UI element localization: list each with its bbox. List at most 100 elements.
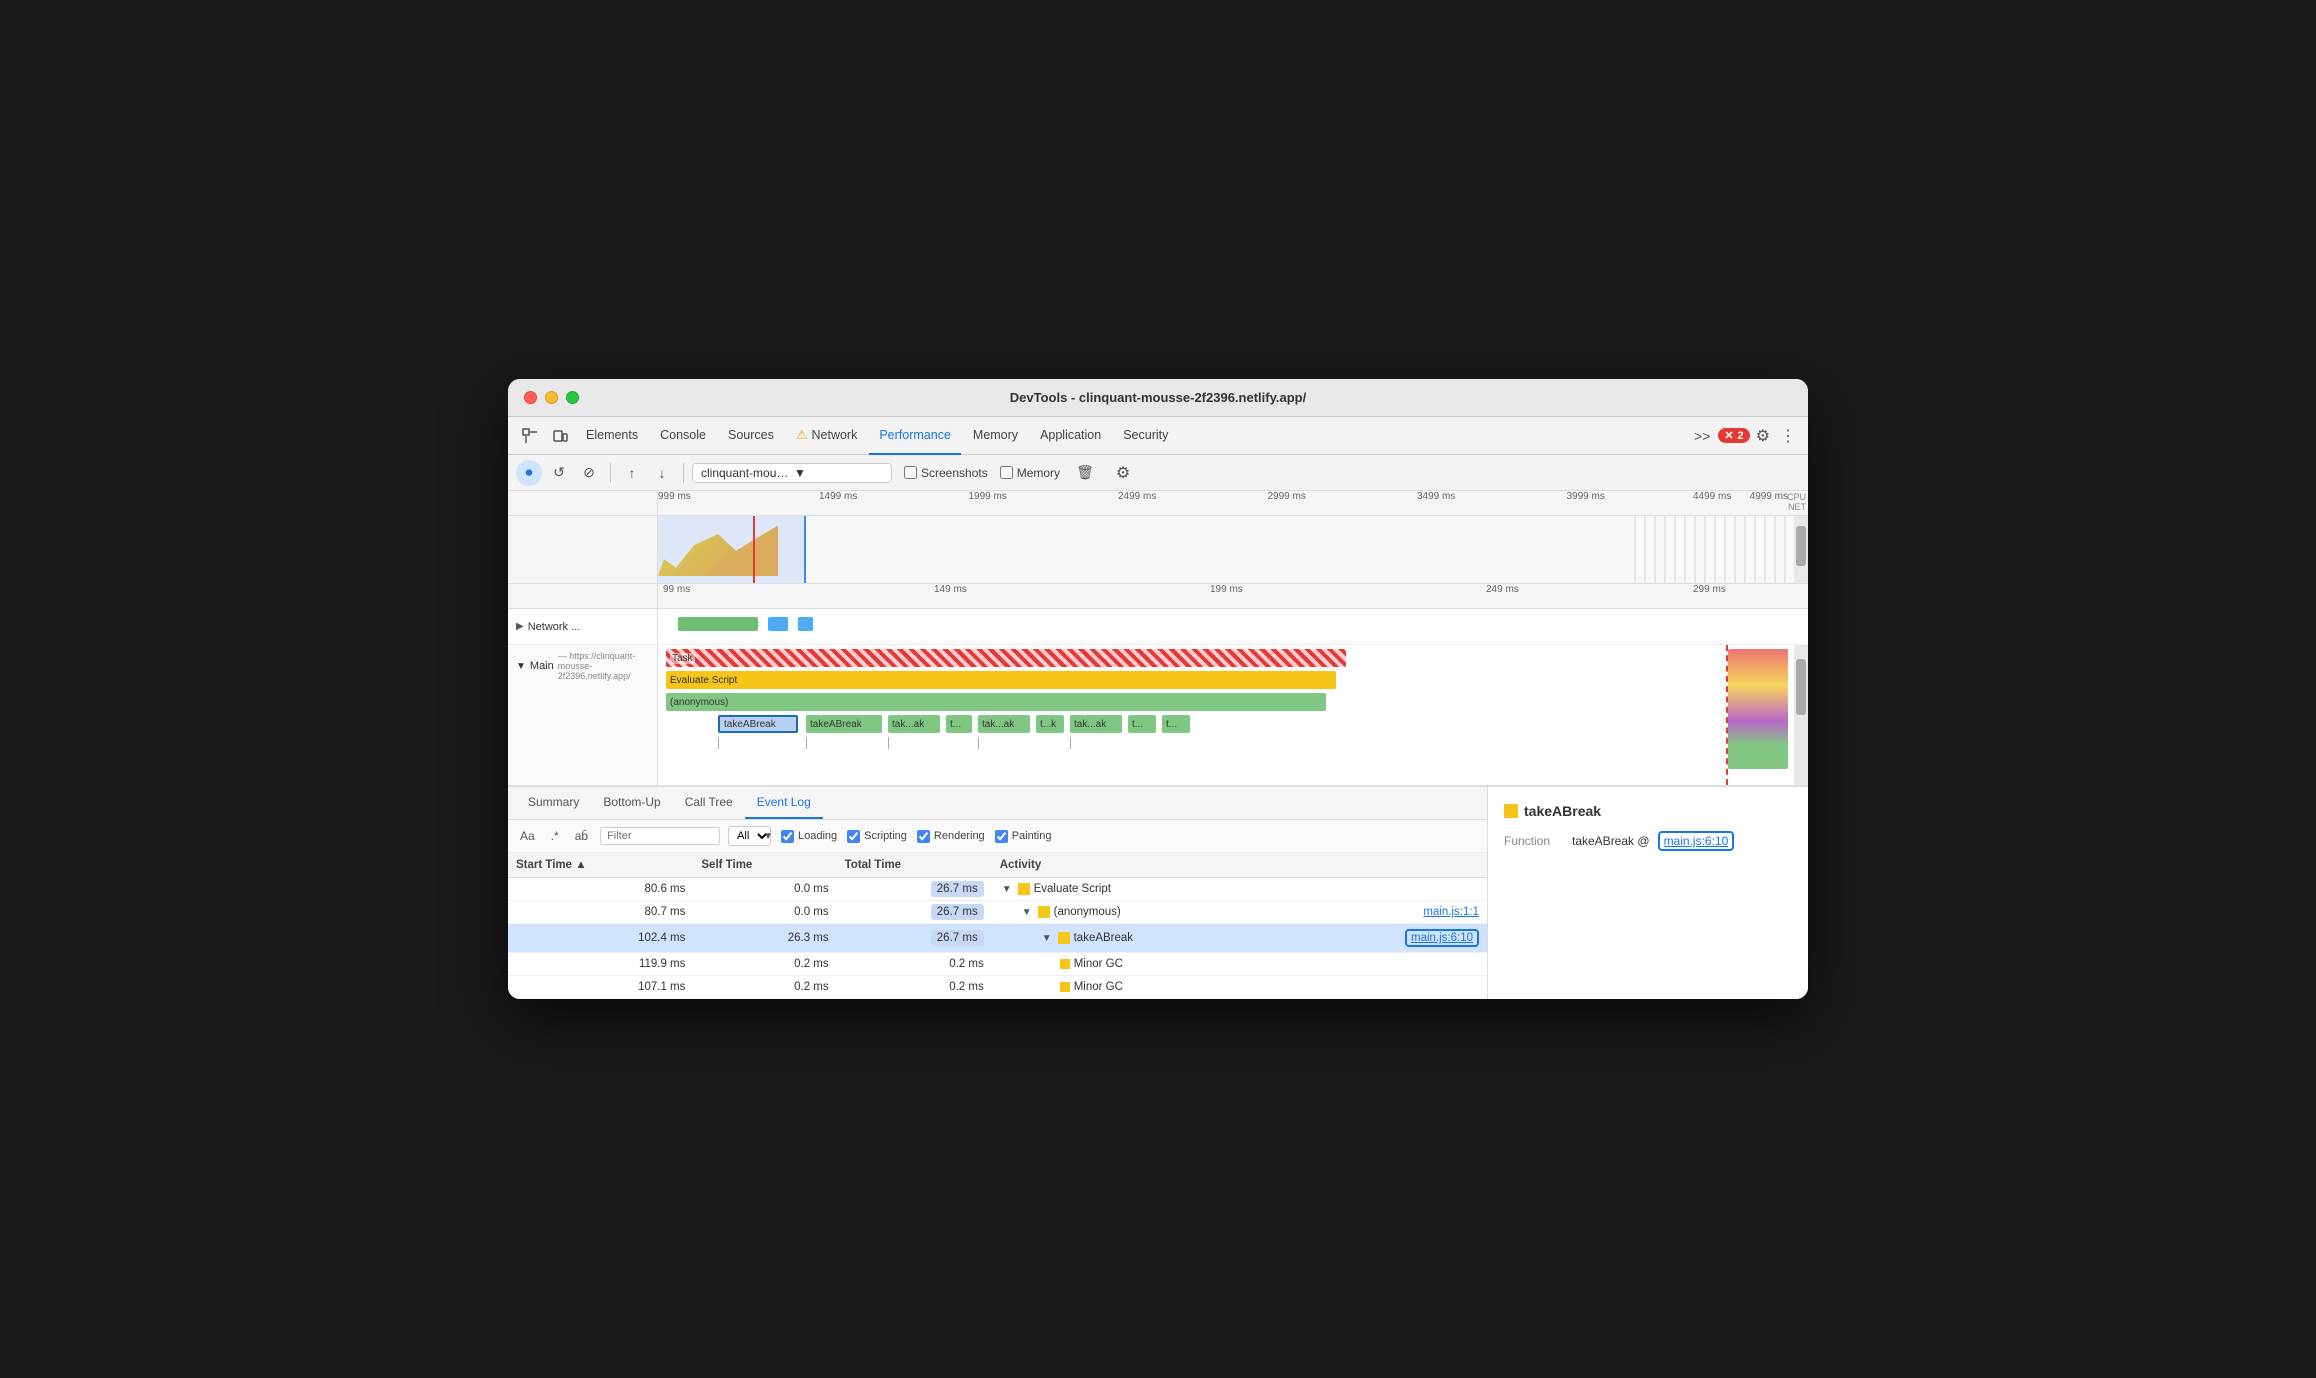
function-value: takeABreak @: [1572, 834, 1650, 848]
performance-settings-button[interactable]: ⚙: [1110, 460, 1136, 486]
expand-button[interactable]: ▼: [1020, 907, 1034, 918]
activity-label: Evaluate Script: [1034, 883, 1111, 895]
network-row[interactable]: ▶ Network ...: [508, 609, 1808, 645]
tab-bottom-up[interactable]: Bottom-Up: [591, 787, 672, 819]
col-activity[interactable]: Activity: [992, 853, 1487, 878]
overview-chart-row[interactable]: [508, 516, 1808, 584]
col-total-time[interactable]: Total Time: [837, 853, 992, 878]
whole-word-button[interactable]: ab̄: [571, 827, 592, 845]
timeline-selection-overlay[interactable]: [658, 516, 806, 583]
take-a-break-9[interactable]: t...: [1162, 715, 1190, 733]
rendering-filter-label[interactable]: Rendering: [917, 830, 985, 843]
cell-start-time: 119.9 ms: [508, 953, 693, 976]
maximize-button[interactable]: [566, 391, 579, 404]
overview-left: [508, 516, 658, 583]
tab-console[interactable]: Console: [650, 417, 716, 455]
tab-network[interactable]: ⚠ Network: [786, 417, 868, 455]
task-bar[interactable]: Task: [666, 649, 1346, 667]
current-time-marker: [753, 516, 755, 583]
rendering-filter-checkbox[interactable]: [917, 830, 930, 843]
case-sensitive-button[interactable]: Aa: [516, 827, 539, 845]
take-a-break-5[interactable]: tak...ak: [978, 715, 1030, 733]
take-a-break-8[interactable]: t...: [1128, 715, 1156, 733]
flame-section: ▼ Main — https://clinquant-mousse-2f2396…: [508, 645, 1808, 786]
take-a-break-4[interactable]: t...: [946, 715, 972, 733]
painting-filter-label[interactable]: Painting: [995, 830, 1052, 843]
memory-checkbox[interactable]: [1000, 466, 1013, 479]
screenshots-checkbox-label[interactable]: Screenshots: [904, 466, 988, 480]
anonymous-bar[interactable]: (anonymous): [666, 693, 1326, 711]
tab-summary[interactable]: Summary: [516, 787, 591, 819]
screenshots-checkbox[interactable]: [904, 466, 917, 479]
loading-filter-label[interactable]: Loading: [781, 830, 837, 843]
overview-chart[interactable]: [658, 516, 1808, 583]
close-button[interactable]: [524, 391, 537, 404]
scripting-filter-checkbox[interactable]: [847, 830, 860, 843]
take-a-break-selected[interactable]: takeABreak: [718, 715, 798, 733]
cell-activity: Minor GC: [992, 976, 1487, 999]
loading-filter-checkbox[interactable]: [781, 830, 794, 843]
take-a-break-6[interactable]: t...k: [1036, 715, 1064, 733]
table-row[interactable]: 80.6 ms 0.0 ms 26.7 ms ▼ Evaluate S: [508, 878, 1487, 901]
url-selector[interactable]: clinquant-mousse-2f239... ▼: [692, 463, 892, 483]
network-row-label[interactable]: ▶ Network ...: [508, 609, 658, 644]
more-tabs-button[interactable]: >>: [1688, 428, 1716, 444]
main-expand-icon[interactable]: ▼: [516, 661, 526, 672]
more-options-button[interactable]: ⋮: [1776, 426, 1800, 446]
tab-security[interactable]: Security: [1113, 417, 1178, 455]
network-expand-icon[interactable]: ▶: [516, 621, 524, 632]
evaluate-script-bar[interactable]: Evaluate Script: [666, 671, 1336, 689]
clear-button[interactable]: ⊘: [576, 460, 602, 486]
minimize-button[interactable]: [545, 391, 558, 404]
scripting-filter-label[interactable]: Scripting: [847, 830, 907, 843]
table-row-selected[interactable]: 102.4 ms 26.3 ms 26.7 ms ▼: [508, 924, 1487, 953]
right-source-link[interactable]: main.js:6:10: [1658, 831, 1735, 851]
table-row[interactable]: 107.1 ms 0.2 ms 0.2 ms Minor: [508, 976, 1487, 999]
table-row[interactable]: 119.9 ms 0.2 ms 0.2 ms Minor: [508, 953, 1487, 976]
trashcan-icon[interactable]: 🗑: [1072, 460, 1098, 486]
tab-performance[interactable]: Performance: [869, 417, 961, 455]
record-button[interactable]: ⏺: [516, 460, 542, 486]
regex-button[interactable]: .*: [547, 827, 563, 845]
tab-application[interactable]: Application: [1030, 417, 1111, 455]
activity-icon: [1058, 932, 1070, 944]
tab-bar: Elements Console Sources ⚠ Network Perfo…: [508, 417, 1808, 455]
flame-scrollbar-thumb[interactable]: [1796, 659, 1806, 715]
tab-event-log[interactable]: Event Log: [745, 787, 823, 819]
take-a-break-2[interactable]: takeABreak: [806, 715, 882, 733]
table-row[interactable]: 80.7 ms 0.0 ms 26.7 ms ▼: [508, 901, 1487, 924]
tab-memory[interactable]: Memory: [963, 417, 1028, 455]
overview-scrollbar-thumb[interactable]: [1796, 526, 1806, 566]
tab-sources[interactable]: Sources: [718, 417, 784, 455]
activity-filter-select[interactable]: All: [728, 826, 771, 846]
right-function-row: Function takeABreak @ main.js:6:10: [1504, 831, 1792, 851]
col-self-time[interactable]: Self Time: [693, 853, 836, 878]
col-start-time[interactable]: Start Time ▲: [508, 853, 693, 878]
flame-scrollbar[interactable]: [1794, 645, 1808, 785]
take-a-break-3[interactable]: tak...ak: [888, 715, 940, 733]
overview-scrollbar[interactable]: [1794, 516, 1808, 583]
memory-checkbox-label[interactable]: Memory: [1000, 466, 1060, 480]
upload-button[interactable]: ↑: [619, 460, 645, 486]
source-link[interactable]: main.js:1:1: [1423, 906, 1479, 918]
total-time-highlight: 26.7 ms: [931, 904, 984, 920]
download-button[interactable]: ↓: [649, 460, 675, 486]
painting-filter-checkbox[interactable]: [995, 830, 1008, 843]
device-icon[interactable]: [546, 422, 574, 450]
cell-self-time: 0.0 ms: [693, 878, 836, 901]
activity-cell: Minor GC: [1000, 958, 1479, 970]
expand-button[interactable]: ▼: [1000, 884, 1014, 895]
reload-record-button[interactable]: ↺: [546, 460, 572, 486]
tab-elements[interactable]: Elements: [576, 417, 648, 455]
main-section-title[interactable]: ▼ Main — https://clinquant-mousse-2f2396…: [516, 651, 649, 681]
filter-input[interactable]: [600, 827, 720, 845]
tab-call-tree[interactable]: Call Tree: [673, 787, 745, 819]
settings-button[interactable]: ⚙: [1752, 426, 1774, 446]
flame-chart[interactable]: Task Evaluate Script (anonymous) takeABr…: [658, 645, 1808, 785]
expand-button[interactable]: ▼: [1040, 933, 1054, 944]
take-a-break-7[interactable]: tak...ak: [1070, 715, 1122, 733]
inspect-icon[interactable]: [516, 422, 544, 450]
toolbar-divider-2: [683, 463, 684, 483]
source-link-circled[interactable]: main.js:6:10: [1405, 929, 1479, 947]
ruler-tick-4ms: 2499 ms: [1118, 491, 1156, 502]
